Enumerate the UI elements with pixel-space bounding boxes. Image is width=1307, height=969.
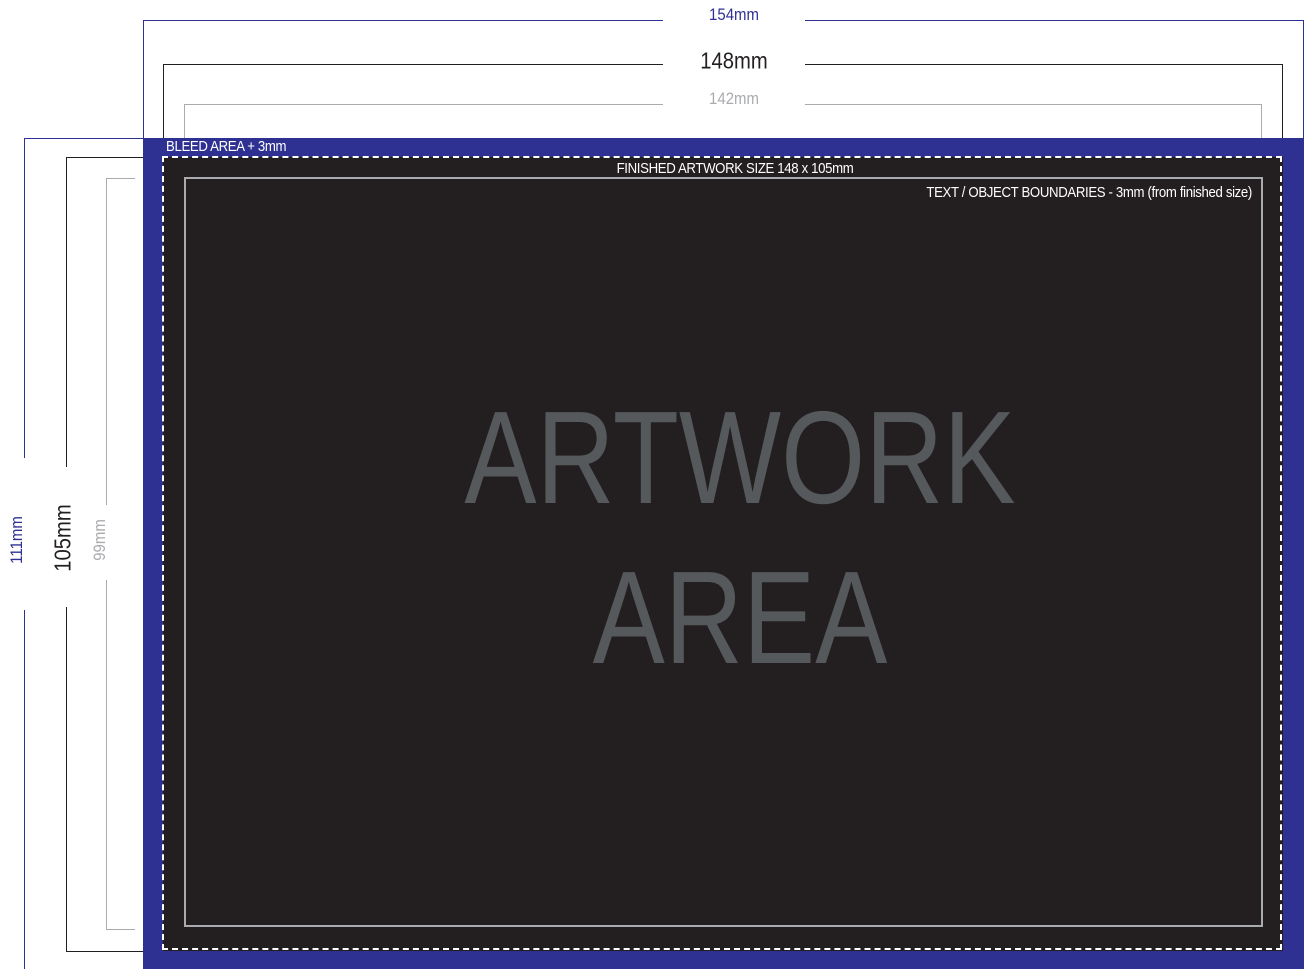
finished-size-label: FINISHED ARTWORK SIZE 148 x 105mm <box>616 160 854 177</box>
height-finished-label: 105mm <box>49 504 76 572</box>
bleed-area-label: BLEED AREA + 3mm <box>166 138 287 155</box>
width-finished-label: 148mm <box>700 47 768 74</box>
artwork-title-line-1: ARTWORK <box>464 384 1016 531</box>
text-boundary-label: TEXT / OBJECT BOUNDARIES - 3mm (from fin… <box>926 184 1252 201</box>
artwork-area-title: ARTWORK AREA <box>281 378 1199 698</box>
height-safe-label: 99mm <box>90 519 109 561</box>
artwork-title-line-2: AREA <box>592 544 888 691</box>
width-outer-label: 154mm <box>709 5 759 24</box>
height-outer-label: 111mm <box>7 516 26 564</box>
width-safe-label: 142mm <box>709 89 759 108</box>
